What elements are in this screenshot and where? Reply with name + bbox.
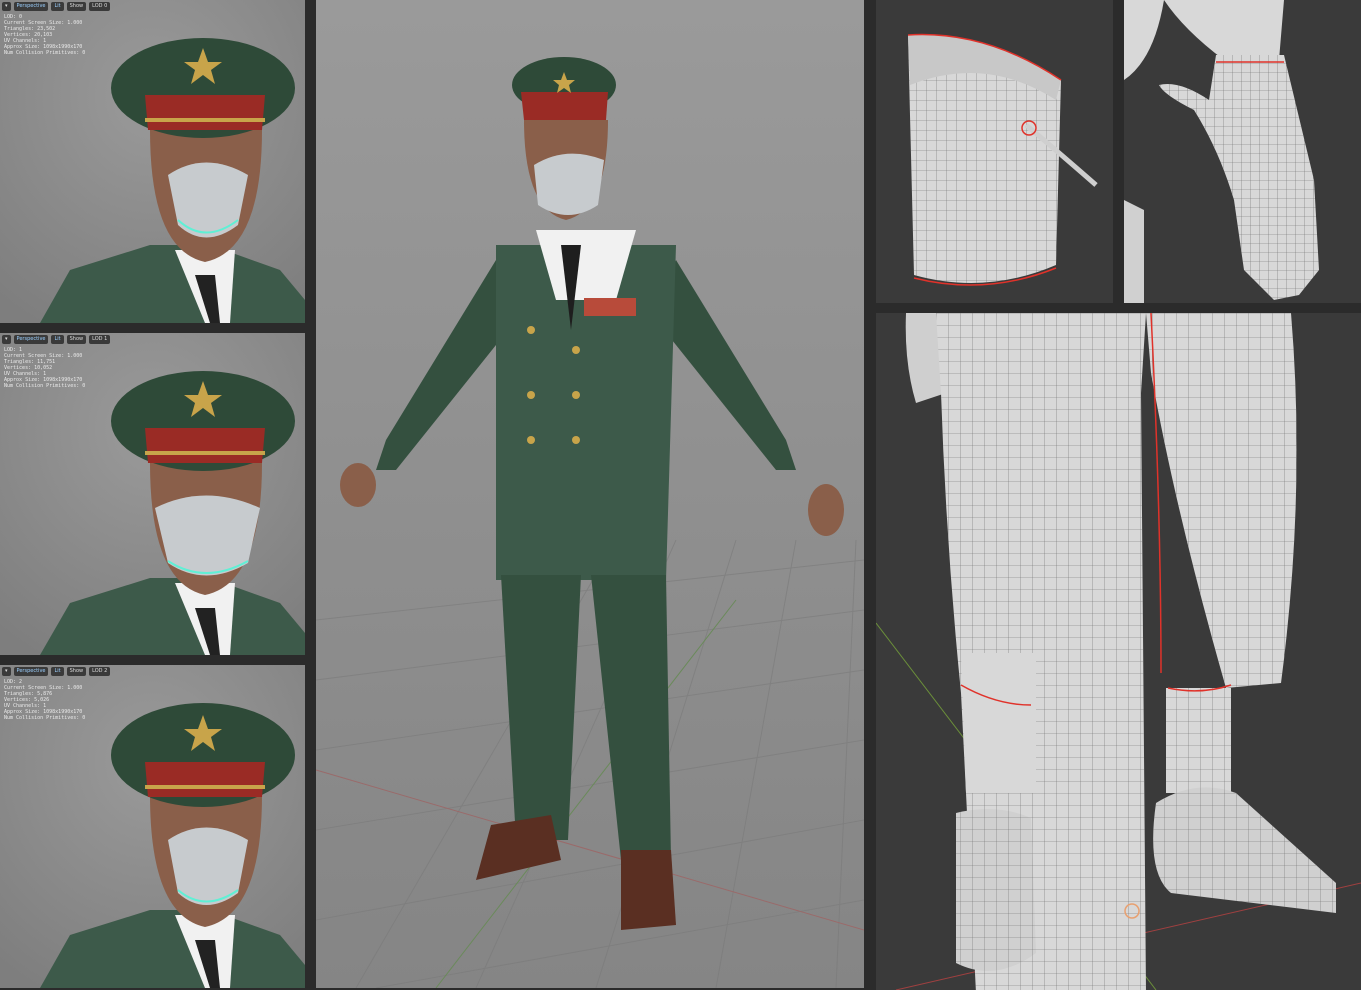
viewport-stats: LOD: 0 Current Screen Size: 1.000 Triang…: [4, 14, 85, 56]
perspective-button[interactable]: Perspective: [13, 667, 49, 676]
wireframe-pouch-viewport[interactable]: [876, 0, 1113, 303]
legs-mesh-wireframe: [876, 313, 1361, 990]
stat-line: Num Collision Primitives: 0: [4, 50, 86, 56]
pouch-mesh-wireframe: [876, 0, 1113, 303]
hand-mesh-wireframe: [1124, 0, 1361, 303]
lod2-viewport[interactable]: ▾ Perspective Lit Show LOD 2 LOD: 2 Curr…: [0, 665, 305, 988]
lit-button[interactable]: Lit: [51, 667, 64, 676]
perspective-button[interactable]: Perspective: [13, 2, 49, 11]
lit-button[interactable]: Lit: [51, 2, 64, 11]
lod-button[interactable]: LOD 0: [89, 2, 111, 11]
lod-button[interactable]: LOD 2: [89, 667, 111, 676]
character-preview-viewport[interactable]: [316, 0, 864, 988]
viewport-options-button[interactable]: ▾: [2, 335, 11, 344]
viewport-stats: LOD: 1 Current Screen Size: 1.000 Triang…: [4, 347, 85, 389]
lod1-viewport[interactable]: ▾ Perspective Lit Show LOD 1 LOD: 1 Curr…: [0, 333, 305, 655]
viewport-stats: LOD: 2 Current Screen Size: 1.000 Triang…: [4, 679, 85, 721]
perspective-button[interactable]: Perspective: [13, 335, 49, 344]
show-button[interactable]: Show: [66, 335, 87, 344]
wireframe-legs-viewport[interactable]: [876, 313, 1361, 990]
stat-line: Num Collision Primitives: 0: [4, 383, 86, 389]
show-button[interactable]: Show: [66, 2, 87, 11]
viewport-options-button[interactable]: ▾: [2, 2, 11, 11]
stat-line: Num Collision Primitives: 0: [4, 715, 86, 721]
show-button[interactable]: Show: [66, 667, 87, 676]
character-full-body-render: [316, 0, 864, 988]
lit-button[interactable]: Lit: [51, 335, 64, 344]
lod-button[interactable]: LOD 1: [89, 335, 111, 344]
viewport-options-button[interactable]: ▾: [2, 667, 11, 676]
lod0-viewport[interactable]: ▾ Perspective Lit Show LOD 0 LOD: 0 Curr…: [0, 0, 305, 323]
wireframe-hand-viewport[interactable]: [1124, 0, 1361, 303]
